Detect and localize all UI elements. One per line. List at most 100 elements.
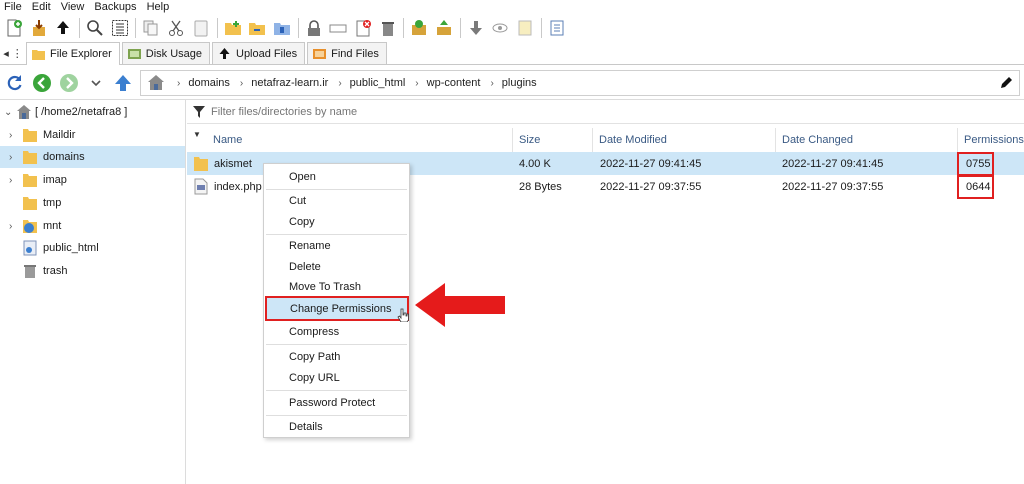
column-date-modified[interactable]: Date Modified [592,128,776,152]
breadcrumb-site[interactable]: netafraz-learn.ir [251,77,328,89]
checklist-icon[interactable] [545,16,569,40]
cut-icon[interactable] [164,16,188,40]
download-icon[interactable] [27,16,51,40]
forward-icon[interactable] [57,71,81,95]
menu-item-cut[interactable]: Cut [264,191,409,211]
filter-input[interactable] [211,105,811,118]
tree-root-label: [ /home2/netafra8 ] [35,106,128,118]
menu-divider [266,344,407,345]
toolbar-divider [459,18,461,38]
tree-item-maildir[interactable]: › Maildir [0,124,185,146]
menu-divider [266,189,407,190]
home-icon[interactable] [147,74,165,92]
menu-item-copy-path[interactable]: Copy Path [264,347,409,367]
tree-item-label: domains [43,151,85,163]
annotation-arrow-icon [412,280,508,330]
menu-item-rename[interactable]: Rename [264,236,409,256]
refresh-icon[interactable] [3,71,27,95]
menu-edit[interactable]: Edit [28,0,57,14]
breadcrumb-public-html[interactable]: public_html [350,77,406,89]
menu-item-details[interactable]: Details [264,417,409,437]
breadcrumb-plugins[interactable]: plugins [502,77,537,89]
menu-help[interactable]: Help [143,0,176,14]
tree-item-domains[interactable]: › domains [0,146,185,168]
chevron-down-icon[interactable]: ⌄ [4,107,12,118]
breadcrumb-separator: › [177,77,181,89]
column-permissions[interactable]: Permissions [957,128,1024,152]
select-all-icon[interactable] [108,16,132,40]
tab-label: Upload Files [236,47,298,60]
php-file-icon [193,178,209,195]
tab-find-files[interactable]: Find Files [307,42,387,64]
upload-file-icon[interactable] [432,16,456,40]
web-folder-icon [22,240,38,256]
menu-view[interactable]: View [57,0,91,14]
copy-icon[interactable] [139,16,163,40]
folder-icon [22,149,38,165]
back-icon[interactable] [30,71,54,95]
menu-item-move-to-trash[interactable]: Move To Trash [264,277,409,297]
search-icon[interactable] [83,16,107,40]
chevron-right-icon[interactable]: › [9,221,12,232]
new-folder-icon[interactable] [221,16,245,40]
tree-item-label: public_html [43,242,99,254]
edit-path-icon[interactable] [999,76,1013,90]
file-name: index.php [214,180,262,193]
menu-item-copy-url[interactable]: Copy URL [264,368,409,388]
tree-item-public-html[interactable]: public_html [0,237,185,259]
move-icon[interactable] [245,16,269,40]
menu-bar: File Edit View Backups Help [0,0,1024,14]
menu-item-compress[interactable]: Compress [264,322,409,342]
tab-scroll-control[interactable]: ◂ ⋮ [0,42,26,64]
up-icon[interactable] [111,71,135,95]
tab-label: Find Files [331,47,379,60]
tab-disk-usage[interactable]: Disk Usage [121,42,210,64]
extract-icon[interactable] [407,16,431,40]
down-icon[interactable] [464,16,488,40]
tab-file-explorer[interactable]: File Explorer [26,42,120,65]
tab-bar: ◂ ⋮ File Explorer Disk Usage Upload File… [0,42,1024,65]
menu-file[interactable]: File [0,0,28,14]
column-size[interactable]: Size [512,128,592,152]
breadcrumb-wp-content[interactable]: wp-content [427,77,481,89]
find-files-icon [313,48,327,60]
paste-icon[interactable] [189,16,213,40]
tab-upload-files[interactable]: Upload Files [212,42,306,64]
menu-divider [266,415,407,416]
tree-item-imap[interactable]: › imap [0,169,185,191]
menu-item-delete[interactable]: Delete [264,257,409,277]
menu-item-open[interactable]: Open [264,167,409,187]
view-icon[interactable] [488,16,512,40]
tree-root[interactable]: ⌄ [ /home2/netafra8 ] [0,101,185,123]
chevron-right-icon[interactable]: › [9,175,12,186]
menu-item-copy[interactable]: Copy [264,212,409,232]
delete-icon[interactable] [376,16,400,40]
breadcrumb: › domains › netafraz-learn.ir › public_h… [140,70,1020,96]
history-dropdown-icon[interactable] [84,71,108,95]
upload-icon[interactable] [51,16,75,40]
breadcrumb-separator: › [415,77,419,89]
home-icon [16,104,32,120]
tree-item-trash[interactable]: trash [0,260,185,282]
menu-backups[interactable]: Backups [90,0,142,14]
filter-icon [193,105,205,118]
notes-icon[interactable] [513,16,537,40]
context-menu: Open Cut Copy Rename Delete Move To Tras… [263,163,410,438]
edit-icon[interactable] [351,16,375,40]
chevron-right-icon[interactable]: › [9,152,12,163]
disk-icon [127,48,141,60]
column-date-changed[interactable]: Date Changed [775,128,958,152]
compress-icon[interactable] [270,16,294,40]
new-file-icon[interactable] [2,16,26,40]
menu-item-password-protect[interactable]: Password Protect [264,393,409,413]
folder-icon [22,127,38,143]
file-date-changed: 2022-11-27 09:41:45 [782,157,884,170]
tree-item-tmp[interactable]: tmp [0,192,185,214]
permissions-icon[interactable] [302,16,326,40]
breadcrumb-domains[interactable]: domains [188,77,230,89]
menu-item-change-permissions[interactable]: Change Permissions [265,296,409,321]
column-name[interactable]: Name [207,128,513,152]
rename-icon[interactable] [326,16,350,40]
tree-item-mnt[interactable]: › mnt [0,215,185,237]
chevron-right-icon[interactable]: › [9,130,12,141]
